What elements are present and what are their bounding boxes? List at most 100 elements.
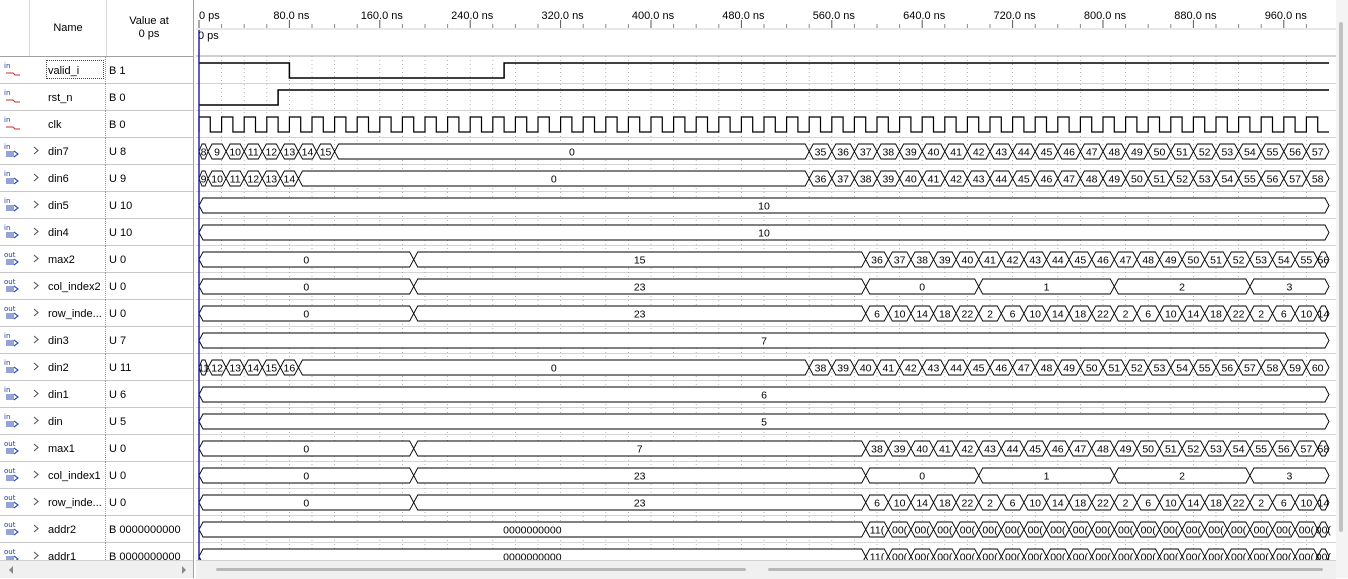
signal-name[interactable]: din4 <box>48 227 104 239</box>
signal-name[interactable]: clk <box>48 119 104 131</box>
bus-value-label: 6 <box>1145 308 1151 320</box>
waveform-bus-trace[interactable]: 8 9 10 11 12 13 14 15 0 35 36 37 38 39 40 41 42 43 44 45 46 4… <box>198 143 1330 160</box>
bus-value-label: 50 <box>1131 173 1143 185</box>
signal-name[interactable]: din1 <box>48 389 104 401</box>
expand-chevron-icon[interactable] <box>32 280 40 291</box>
column-separator <box>105 354 107 381</box>
signal-name[interactable]: valid_i <box>48 65 104 77</box>
signal-row[interactable]: out addr2 B 0000000000 <box>0 516 193 543</box>
signal-name[interactable]: max2 <box>48 254 104 266</box>
bus-value-label: 42 <box>973 146 985 158</box>
bus-value-label: 8 <box>201 146 207 158</box>
bus-value-label: 3 <box>1287 470 1293 482</box>
bus-value-label: 52 <box>1188 443 1200 455</box>
expand-chevron-icon[interactable] <box>32 442 40 453</box>
expand-chevron-icon[interactable] <box>32 253 40 264</box>
waveform-horizontal-scrollbar[interactable] <box>196 560 1336 579</box>
waveform-bus-trace[interactable]: 0 23 0 1 2 3 <box>198 467 1330 484</box>
bus-value-label: 6 <box>761 389 767 401</box>
signal-name[interactable]: din7 <box>48 146 104 158</box>
value-column-header[interactable]: Value at 0 ps <box>106 0 192 56</box>
bus-value-label: 22 <box>1233 497 1245 509</box>
signal-name[interactable]: col_index2 <box>48 281 104 293</box>
expand-chevron-icon[interactable] <box>32 226 40 237</box>
bus-value-label: 23 <box>634 281 646 293</box>
column-separator <box>105 435 107 462</box>
signal-value: B 0 <box>109 92 126 104</box>
waveform-bus-trace[interactable]: 7 <box>198 332 1330 349</box>
bus-value-label: 00( <box>1254 524 1270 536</box>
bus-value-label: 00( <box>1208 524 1224 536</box>
signal-row[interactable]: out row_inde... U 0 <box>0 300 193 327</box>
signal-list-horizontal-scrollbar[interactable] <box>0 560 193 578</box>
signal-name[interactable]: din5 <box>48 200 104 212</box>
bus-value-label: 49 <box>1165 254 1177 266</box>
waveform-bit-trace[interactable] <box>198 116 1329 133</box>
expand-chevron-icon[interactable] <box>32 388 40 399</box>
horizontal-scrollbar-thumb-right[interactable] <box>768 568 1323 571</box>
signal-row[interactable]: in valid_i B 1 <box>0 57 193 84</box>
signal-row[interactable]: out row_inde... U 0 <box>0 489 193 516</box>
signal-row[interactable]: out max1 U 0 <box>0 435 193 462</box>
signal-row[interactable]: in din5 U 10 <box>0 192 193 219</box>
scroll-right-arrow-icon[interactable] <box>182 566 186 574</box>
bus-value-label: 2 <box>1179 281 1185 293</box>
output-bus-icon: out <box>4 440 19 455</box>
name-column-header[interactable]: Name <box>29 0 107 56</box>
expand-chevron-icon[interactable] <box>32 361 40 372</box>
signal-row[interactable]: in din7 U 8 <box>0 138 193 165</box>
expand-chevron-icon[interactable] <box>32 307 40 318</box>
expand-chevron-icon[interactable] <box>32 199 40 210</box>
signal-name[interactable]: row_inde... <box>48 308 104 320</box>
bus-value-label: 18 <box>1210 308 1222 320</box>
signal-row[interactable]: in rst_n B 0 <box>0 84 193 111</box>
waveform-bus-trace[interactable]: 10 <box>198 197 1330 214</box>
input-bus-icon: in <box>4 197 19 212</box>
expand-chevron-icon[interactable] <box>32 496 40 507</box>
signal-row[interactable]: in din6 U 9 <box>0 165 193 192</box>
waveform-bus-trace[interactable]: 10 <box>198 224 1330 241</box>
value-column-time: 0 ps <box>138 28 160 40</box>
vertical-scrollbar-thumb[interactable] <box>1339 22 1343 532</box>
waveform-panel[interactable]: 0 ps 80.0 ns 160.0 ns 240.0 ns 320.0 ns 400.0… <box>196 0 1348 578</box>
bus-value-label: 47 <box>1086 146 1098 158</box>
signal-name[interactable]: din2 <box>48 362 104 374</box>
signal-name[interactable]: rst_n <box>48 92 104 104</box>
bus-value-label: 44 <box>995 173 1007 185</box>
signal-name[interactable]: max1 <box>48 443 104 455</box>
bus-value-label: 0 <box>551 173 557 185</box>
signal-row[interactable]: in din4 U 10 <box>0 219 193 246</box>
signal-name[interactable]: din6 <box>48 173 104 185</box>
waveform-bus-trace[interactable]: 6 <box>198 386 1330 403</box>
horizontal-scrollbar-thumb-left[interactable] <box>216 568 746 571</box>
column-separator <box>105 381 107 408</box>
expand-chevron-icon[interactable] <box>32 172 40 183</box>
signal-row[interactable]: in din U 5 <box>0 408 193 435</box>
expand-chevron-icon[interactable] <box>32 145 40 156</box>
signal-name[interactable]: row_inde... <box>48 497 104 509</box>
signal-row[interactable]: in din3 U 7 <box>0 327 193 354</box>
expand-chevron-icon[interactable] <box>32 469 40 480</box>
waveform-bus-trace[interactable]: 9 10 11 12 13 14 0 36 37 38 39 40 41 42 43 44 45 46 47 48 49… <box>198 170 1330 187</box>
signal-name[interactable]: addr2 <box>48 524 104 536</box>
signal-name[interactable]: col_index1 <box>48 470 104 482</box>
signal-row[interactable]: out max2 U 0 <box>0 246 193 273</box>
bus-value-label: 18 <box>939 308 951 320</box>
expand-chevron-icon[interactable] <box>32 415 40 426</box>
signal-row[interactable]: in din1 U 6 <box>0 381 193 408</box>
direction-glyph: in <box>4 224 10 232</box>
expand-chevron-icon[interactable] <box>32 334 40 345</box>
waveform-bus-trace[interactable]: 11 12 13 14 15 16 0 38 39 40 41 42 43 44 45 46 47 48 49 50 5… <box>198 359 1330 376</box>
scroll-left-arrow-icon[interactable] <box>9 566 13 574</box>
signal-row[interactable]: in clk B 0 <box>0 111 193 138</box>
waveform-bus-trace[interactable]: 5 <box>198 413 1330 430</box>
signal-row[interactable]: in din2 U 11 <box>0 354 193 381</box>
signal-row[interactable]: out col_index1 U 0 <box>0 462 193 489</box>
signal-name[interactable]: din <box>48 416 104 428</box>
expand-chevron-icon[interactable] <box>32 523 40 534</box>
waveform-bus-trace[interactable]: 0 23 0 1 2 3 <box>198 278 1330 295</box>
signal-row[interactable]: out col_index2 U 0 <box>0 273 193 300</box>
direction-glyph: in <box>4 386 10 394</box>
signal-name[interactable]: din3 <box>48 335 104 347</box>
output-bus-icon: out <box>4 494 19 509</box>
